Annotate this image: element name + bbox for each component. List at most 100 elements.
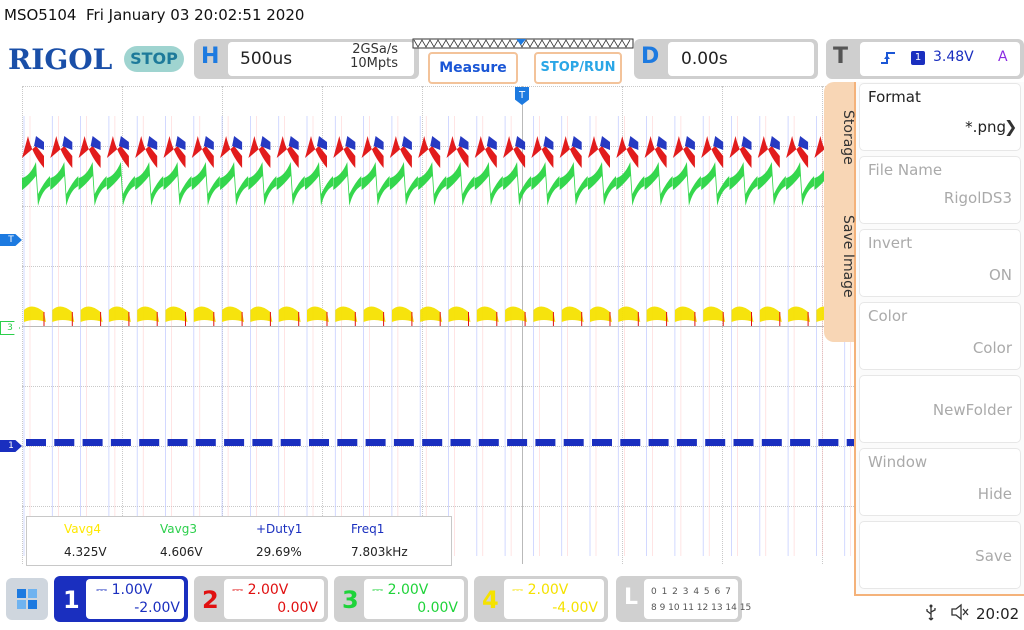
ch1-pulse-segment	[167, 439, 188, 446]
menu-value-format: *.png	[965, 118, 1006, 136]
ch4-waveform-segment	[674, 306, 697, 322]
ch1-pulse-segment	[846, 439, 854, 446]
ch4-waveform-segment	[250, 306, 273, 322]
menu-value-invert: ON	[988, 266, 1012, 284]
ch4-waveform-segment	[788, 306, 811, 322]
channel-2-offset: 0.00V	[277, 600, 318, 616]
ch4-waveform-segment	[278, 306, 301, 322]
ch3-waveform-segment	[389, 162, 418, 206]
ch3-waveform-segment	[418, 162, 447, 206]
tab-save-image[interactable]: Save Image	[826, 215, 856, 315]
channel-4-scale-value: 2.00V	[527, 582, 569, 598]
ch4-waveform-segment	[731, 306, 754, 322]
rising-edge-icon	[881, 52, 895, 64]
ch3-waveform-segment	[616, 162, 645, 206]
ch4-waveform-segment	[165, 306, 188, 322]
logic-channels-row-1: 0 1 2 3 4 5 6 7	[651, 587, 732, 597]
ch4-waveform-segment	[561, 306, 584, 322]
ch1-pulse-segment	[337, 439, 358, 446]
ch3-waveform-segment	[757, 162, 786, 206]
ch1-pulse-segment	[393, 439, 414, 446]
measure-label-duty1: +Duty1	[256, 522, 303, 536]
ch3-waveform-segment	[163, 162, 192, 206]
grid-icon	[17, 589, 37, 609]
ch3-waveform-segment	[135, 162, 164, 206]
ch3-waveform-segment	[78, 162, 107, 206]
ch3-waveform-segment	[474, 162, 503, 206]
memory-position-indicator	[412, 38, 634, 49]
channel-1-offset: -2.00V	[134, 600, 180, 616]
ch1-pulse-segment	[592, 439, 612, 446]
ch3-waveform-segment	[305, 162, 333, 206]
channel-1-number: 1	[63, 586, 80, 614]
ch3-waveform-segment	[248, 162, 277, 206]
channel-3-scale-value: 2.00V	[387, 582, 429, 598]
channel-2-scale-value: 2.00V	[247, 582, 289, 598]
delay-value: 0.00s	[681, 49, 728, 69]
trigger-mode: A	[998, 49, 1008, 65]
ch3-waveform-segment	[701, 162, 730, 206]
channel-1-scale: ⎓ 1.00V	[96, 582, 153, 598]
model-name: MSO5104	[4, 6, 77, 24]
ch4-waveform-segment	[618, 306, 641, 322]
logic-channels-row-2: 8 9 10 11 12 13 14 15	[651, 603, 752, 613]
tab-storage[interactable]: Storage	[826, 110, 856, 180]
stop-run-button[interactable]: STOP/RUN	[534, 52, 622, 84]
channel-4-number: 4	[482, 586, 499, 614]
ch3-waveform-segment	[503, 162, 532, 206]
ch1-pulse-segment	[563, 439, 584, 446]
ch1-pulse-segment	[195, 439, 216, 446]
ch3-waveform-segment	[446, 162, 475, 206]
horizontal-letter: H	[201, 44, 220, 69]
channel-3-number: 3	[342, 586, 359, 614]
ch3-marker[interactable]: 3	[0, 321, 20, 335]
logic-panel-inner	[644, 579, 738, 619]
menu-value-color: Color	[972, 339, 1012, 357]
waveform-display[interactable]	[22, 86, 854, 564]
chevron-right-icon: ❯	[1004, 117, 1018, 136]
ch1-pulse-segment	[224, 439, 245, 446]
datetime: Fri January 03 20:02:51 2020	[86, 6, 305, 24]
ch4-waveform-segment	[391, 306, 414, 322]
ch4-waveform-segment	[137, 306, 160, 322]
ch3-waveform-segment	[361, 162, 390, 206]
ch1-pulse-segment	[535, 439, 556, 446]
menu-title-window: Window	[868, 453, 928, 471]
ch3-waveform-segment	[191, 162, 220, 206]
ch1-pulse-segment	[110, 439, 131, 446]
menu-value-new-folder: NewFolder	[932, 401, 1012, 419]
speaker-muted-icon[interactable]	[950, 603, 970, 621]
rigol-logo: RIGOL	[8, 43, 113, 76]
ch4-waveform-segment	[476, 306, 499, 322]
trigger-letter: T	[833, 44, 849, 69]
menu-title-invert: Invert	[868, 234, 913, 252]
run-state-badge[interactable]: STOP	[124, 46, 184, 72]
ch3-waveform-segment	[106, 162, 135, 206]
ch4-waveform-segment	[703, 306, 726, 322]
ch1-pulse-segment	[478, 439, 499, 446]
menu-title-format: Format	[868, 88, 921, 106]
menu-value-window: Hide	[977, 485, 1012, 503]
home-button[interactable]	[6, 578, 48, 620]
ch4-waveform-segment	[448, 306, 471, 322]
ch4-waveform-segment	[590, 306, 612, 322]
ch1-pulse-segment	[82, 439, 103, 446]
ch4-waveform-segment	[222, 306, 245, 322]
memory-depth: 10Mpts	[350, 56, 398, 71]
measure-button[interactable]: Measure	[428, 52, 518, 84]
trigger-level-marker[interactable]: T	[0, 234, 22, 246]
ch3-waveform-segment	[588, 162, 616, 206]
sample-info: 2GSa/s 10Mpts	[330, 43, 398, 71]
menu-title-color: Color	[868, 307, 908, 325]
ch1-pulse-segment	[733, 439, 754, 446]
ch4-waveform-segment	[759, 306, 782, 322]
ch1-pulse-segment	[507, 439, 528, 446]
ch4-waveform-segment	[533, 306, 556, 322]
ch3-waveform-segment	[672, 162, 701, 206]
ch1-marker[interactable]: 1	[0, 440, 22, 452]
ch1-pulse-segment	[790, 439, 811, 446]
ch4-waveform-segment	[24, 306, 46, 322]
ch3-waveform-segment	[531, 162, 560, 206]
sample-rate: 2GSa/s	[352, 42, 398, 57]
channel-4-scale: ⎓ 2.00V	[512, 582, 569, 598]
